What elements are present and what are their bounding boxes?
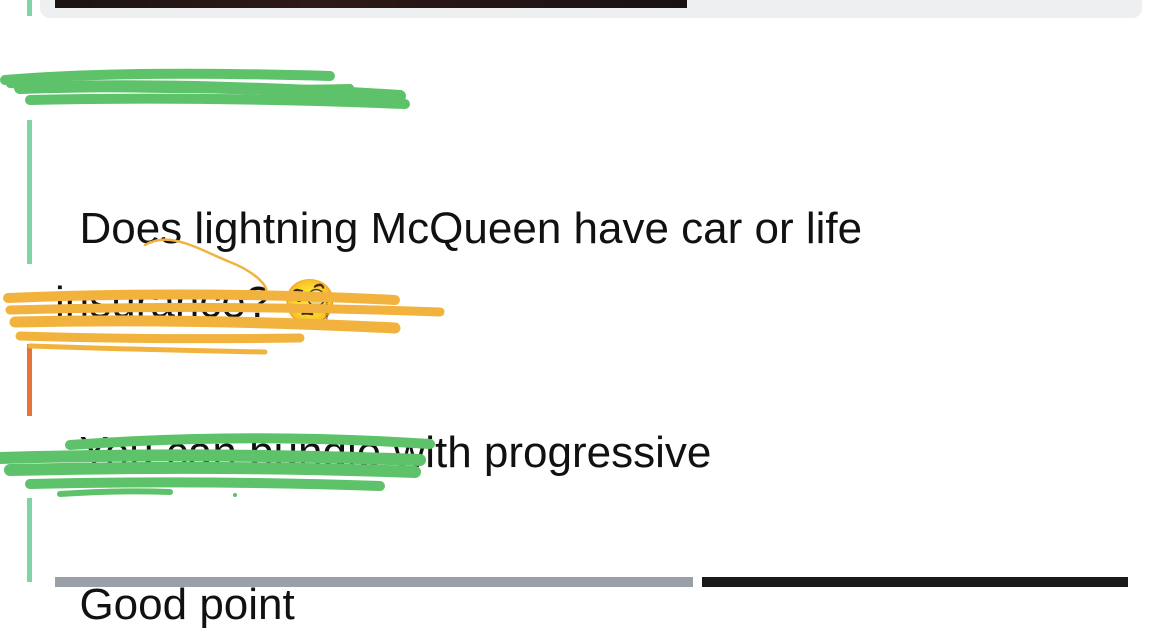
chat-message: Good point <box>55 494 1055 642</box>
message-accent-bar <box>27 120 32 264</box>
message-accent-bar <box>27 344 32 416</box>
green-redaction-scribble-top <box>0 68 410 109</box>
message-text: Does lightning McQueen have car or life … <box>55 204 875 327</box>
previous-media-thumbnail[interactable] <box>55 0 687 8</box>
message-accent-bar <box>27 498 32 582</box>
attached-media-thumbnail[interactable] <box>702 577 1128 587</box>
message-accent-bar <box>27 0 32 16</box>
attached-media-thumbnail[interactable] <box>55 577 693 587</box>
message-text: Good point <box>79 580 295 629</box>
chat-message: Does lightning McQueen have car or life … <box>55 118 1055 340</box>
message-text: You can bundle with progressive <box>79 428 712 477</box>
chat-message: You can bundle with progressive <box>55 342 1055 490</box>
